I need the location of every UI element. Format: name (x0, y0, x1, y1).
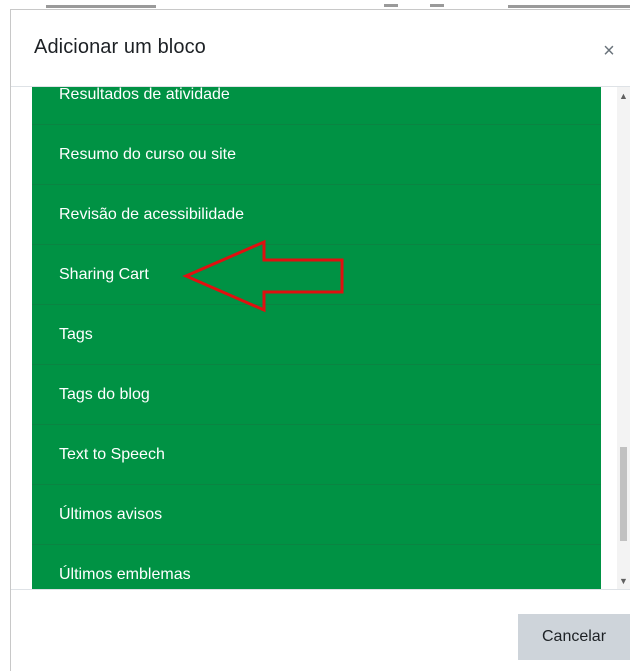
block-item[interactable]: Resumo do curso ou site (32, 125, 601, 185)
block-item[interactable]: Text to Speech (32, 425, 601, 485)
scrollbar-thumb[interactable] (620, 447, 627, 541)
dialog-footer: Cancelar (11, 590, 630, 672)
block-item[interactable]: Últimos emblemas (32, 545, 601, 589)
block-item[interactable]: Últimos avisos (32, 485, 601, 545)
dialog-title: Adicionar um bloco (34, 36, 206, 58)
background-text-fragment (430, 4, 444, 7)
block-item[interactable]: Tags do blog (32, 365, 601, 425)
block-item[interactable]: Tags (32, 305, 601, 365)
close-icon[interactable]: × (598, 40, 620, 62)
block-item-sharing-cart[interactable]: Sharing Cart (32, 245, 601, 305)
block-item[interactable]: Resultados de atividade (32, 87, 601, 125)
scroll-up-icon[interactable]: ▲ (617, 89, 630, 103)
background-text-fragment (46, 5, 156, 8)
dialog-header: Adicionar um bloco × (11, 10, 630, 87)
block-list: Resultados de atividade Resumo do curso … (32, 87, 601, 589)
block-item[interactable]: Revisão de acessibilidade (32, 185, 601, 245)
cancel-button[interactable]: Cancelar (518, 614, 630, 660)
add-block-dialog: Adicionar um bloco × Resultados de ativi… (10, 9, 630, 671)
scrollbar[interactable]: ▲ ▼ (617, 87, 630, 589)
dialog-body[interactable]: Resultados de atividade Resumo do curso … (11, 87, 630, 590)
background-text-fragment (508, 5, 630, 8)
scroll-down-icon[interactable]: ▼ (617, 574, 630, 588)
background-text-fragment (384, 4, 398, 7)
